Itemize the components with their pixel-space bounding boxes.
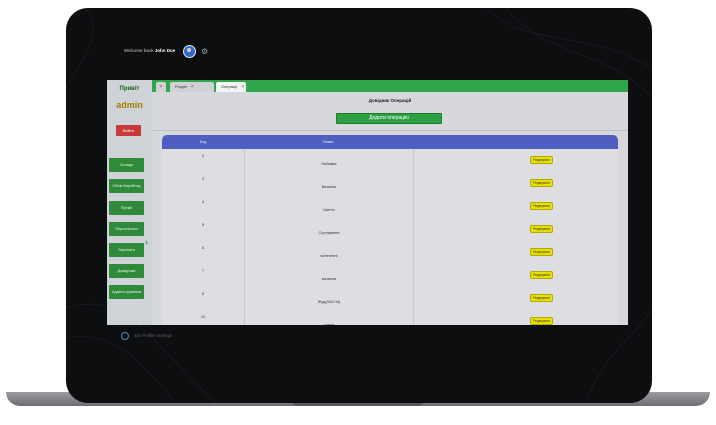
sidebar-greeting: Привіт xyxy=(119,86,140,92)
welcome-text: Welcome back xyxy=(124,48,154,53)
table-row: 8 Жуд(ЛАСЧ4) Редагувати xyxy=(162,287,618,311)
tab-bar: × Розділ × Операції × xyxy=(152,80,628,92)
tab-label: Розділ xyxy=(175,84,187,89)
edit-button[interactable]: Редагувати xyxy=(530,179,553,187)
logout-button[interactable]: Вийти xyxy=(116,125,141,136)
sidebar-collapse-arrow-icon[interactable]: › xyxy=(145,238,148,247)
tab-operations[interactable]: Операції × xyxy=(216,82,246,92)
edit-button[interactable]: Редагувати xyxy=(530,248,553,256)
edit-button[interactable]: Редагувати xyxy=(530,294,553,302)
table-row: 3 Вязання Редагувати xyxy=(162,172,618,196)
gear-icon[interactable]: ⚙ xyxy=(201,48,208,56)
divider xyxy=(152,130,628,131)
sidebar-item-administration[interactable]: Адміністрування xyxy=(109,285,144,299)
table-header: Код Назва xyxy=(162,135,618,149)
table-row: 6 в/ілетевні Редагувати xyxy=(162,241,618,265)
row-actions: Редагувати xyxy=(412,172,618,195)
sidebar-username: admin xyxy=(116,100,143,110)
sidebar-item-bonuses[interactable]: Премії xyxy=(109,201,144,215)
row-name: Вязання xyxy=(244,172,414,195)
row-actions: Редагувати xyxy=(412,264,618,287)
edit-button[interactable]: Редагувати xyxy=(530,202,553,210)
sidebar-item-salary[interactable]: Зарплата xyxy=(109,243,144,257)
settings-gear-icon[interactable] xyxy=(121,332,129,340)
row-actions: Редагувати xyxy=(412,287,618,310)
row-name: Жуд(ЛАСЧ4) xyxy=(244,287,414,310)
column-header-code: Код xyxy=(199,140,207,144)
profile-settings-link[interactable]: Set Profile Settings xyxy=(134,333,172,338)
app-screen: Привіт admin Вийти Склади Облік Виробітк… xyxy=(107,80,628,325)
main-panel: × Розділ × Операції × Довідник Операцій До… xyxy=(152,80,628,325)
row-actions: Редагувати xyxy=(412,195,618,218)
row-actions: Редагувати xyxy=(412,310,618,325)
edit-button[interactable]: Редагувати xyxy=(530,317,553,325)
row-name: Шиття xyxy=(244,195,414,218)
row-name: шиття xyxy=(244,310,414,325)
user-name: John Doe xyxy=(154,48,176,53)
operations-table: Код Назва 2 Набивка Редагувати 3 Вязання… xyxy=(162,135,618,325)
table-row: 7 вязання Редагувати xyxy=(162,264,618,288)
tab-label: Операції xyxy=(221,84,238,89)
sidebar-item-personnel[interactable]: Персональні xyxy=(109,222,144,236)
table-row: 10 шиття Редагувати xyxy=(162,310,618,325)
welcome-message: Welcome back John Doe xyxy=(124,48,175,53)
row-code: 4 xyxy=(201,200,205,204)
table-row: 5 Сортування Редагувати xyxy=(162,218,618,242)
row-code: 5 xyxy=(201,223,205,227)
row-name: Набивка xyxy=(244,149,414,172)
table-row: 4 Шиття Редагувати xyxy=(162,195,618,219)
row-name: Сортування xyxy=(244,218,414,241)
add-operation-button[interactable]: Додати операцію xyxy=(336,113,442,124)
edit-button[interactable]: Редагувати xyxy=(530,225,553,233)
row-code: 10 xyxy=(200,315,206,319)
close-icon[interactable]: × xyxy=(191,84,194,90)
table-row: 2 Набивка Редагувати xyxy=(162,149,618,173)
tab-close-icon[interactable]: × xyxy=(156,82,166,92)
row-actions: Редагувати xyxy=(412,241,618,264)
page-title: Довідник Операцій xyxy=(368,98,412,103)
edit-button[interactable]: Редагувати xyxy=(530,271,553,279)
row-code: 7 xyxy=(201,269,205,273)
row-code: 6 xyxy=(201,246,205,250)
row-code: 3 xyxy=(201,177,205,181)
edit-button[interactable]: Редагувати xyxy=(530,156,553,164)
close-icon[interactable]: × xyxy=(241,84,244,90)
tab-section[interactable]: Розділ × xyxy=(170,82,214,92)
sidebar-item-output[interactable]: Облік Виробітку xyxy=(109,179,144,193)
row-code: 2 xyxy=(201,154,205,158)
avatar[interactable] xyxy=(183,45,196,58)
row-code: 8 xyxy=(201,292,205,296)
sidebar-item-directories[interactable]: Довідники xyxy=(109,264,144,278)
row-actions: Редагувати xyxy=(412,218,618,241)
row-name: в/ілетевні xyxy=(244,241,414,264)
sidebar-item-warehouses[interactable]: Склади xyxy=(109,158,144,172)
sidebar: Привіт admin Вийти Склади Облік Виробітк… xyxy=(107,80,152,325)
column-header-name: Назва xyxy=(322,140,334,144)
row-name: вязання xyxy=(244,264,414,287)
row-actions: Редагувати xyxy=(412,149,618,172)
